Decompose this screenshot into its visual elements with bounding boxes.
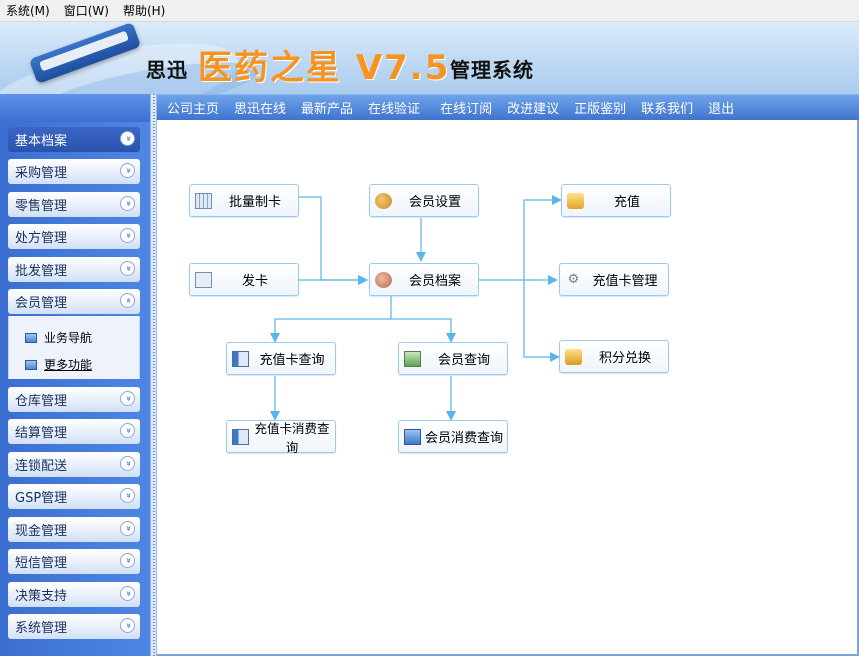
nav-link-online-subscribe[interactable]: 在线订阅 — [440, 98, 492, 117]
flow-member-settings-button[interactable]: 会员设置 — [369, 184, 479, 217]
menu-help[interactable]: 帮助(H) — [123, 2, 165, 19]
membership-submenu: 业务导航 更多功能 — [8, 316, 140, 379]
sidebar-item-sms[interactable]: 短信管理 » — [8, 549, 140, 574]
sidebar-item-wholesale[interactable]: 批发管理 » — [8, 257, 140, 282]
sidebar-item-system[interactable]: 系统管理 » — [8, 614, 140, 639]
sidebar-item-label: 现金管理 — [15, 524, 68, 539]
sidebar-item-cash[interactable]: 现金管理 » — [8, 517, 140, 542]
flow-member-file-button[interactable]: 会员档案 — [369, 263, 479, 296]
chevron-up-icon[interactable]: « — [120, 293, 135, 308]
sidebar-item-label: 批发管理 — [15, 264, 68, 279]
submenu-item-business-nav[interactable]: 业务导航 — [25, 329, 92, 346]
sidebar-item-settlement[interactable]: 结算管理 » — [8, 419, 140, 444]
nav-link-online-verify[interactable]: 在线验证 — [368, 98, 420, 117]
sidebar-item-purchasing[interactable]: 采购管理 » — [8, 159, 140, 184]
product-box-logo — [24, 22, 142, 85]
flow-recharge-card-query-button[interactable]: 充值卡查询 — [226, 342, 336, 375]
sidebar-item-label: 会员管理 — [15, 296, 68, 311]
sidebar-item-label: 系统管理 — [15, 621, 68, 636]
sidebar-item-label: 决策支持 — [15, 589, 68, 604]
nav-link-sixun-online[interactable]: 思迅在线 — [234, 98, 286, 117]
menu-system[interactable]: 系统(M) — [6, 2, 50, 19]
chevron-down-icon[interactable]: » — [120, 228, 135, 243]
menu-bar: 系统(M) 窗口(W) 帮助(H) — [0, 0, 859, 22]
sidebar-item-label: 连锁配送 — [15, 459, 68, 474]
banner-product: 医药之星 V7.5 — [198, 48, 451, 88]
chevron-down-icon[interactable]: » — [120, 456, 135, 471]
sidebar-item-label: 处方管理 — [15, 231, 68, 246]
nav-link-new-products[interactable]: 最新产品 — [301, 98, 353, 117]
nav-link-contact-us[interactable]: 联系我们 — [641, 98, 693, 117]
monitor-icon — [25, 332, 37, 343]
chevron-down-icon[interactable]: » — [120, 618, 135, 633]
chevron-down-icon[interactable]: » — [120, 163, 135, 178]
sidebar-item-label: 采购管理 — [15, 166, 68, 181]
sidebar-splitter[interactable] — [150, 94, 157, 656]
chevron-down-icon[interactable]: » — [120, 521, 135, 536]
sidebar-item-label: 基本档案 — [15, 134, 68, 149]
chevron-down-icon[interactable]: » — [120, 131, 135, 146]
sidebar-item-gsp[interactable]: GSP管理 » — [8, 484, 140, 509]
sidebar-item-label: 短信管理 — [15, 556, 68, 571]
nav-link-exit[interactable]: 退出 — [708, 98, 734, 117]
flow-points-exchange-button[interactable]: 积分兑换 — [559, 340, 669, 373]
sidebar-item-label: GSP管理 — [15, 491, 68, 506]
sidebar-item-warehouse[interactable]: 仓库管理 » — [8, 387, 140, 412]
flow-recharge-button[interactable]: 充值 — [561, 184, 671, 217]
chevron-down-icon[interactable]: » — [120, 586, 135, 601]
chevron-down-icon[interactable]: » — [120, 488, 135, 503]
menu-window[interactable]: 窗口(W) — [64, 2, 109, 19]
chevron-down-icon[interactable]: » — [120, 423, 135, 438]
sidebar-item-prescription[interactable]: 处方管理 » — [8, 224, 140, 249]
sidebar-item-label: 结算管理 — [15, 426, 68, 441]
sidebar-item-decision-support[interactable]: 决策支持 » — [8, 582, 140, 607]
sidebar-item-basic-files[interactable]: 基本档案 » — [8, 127, 140, 152]
chevron-down-icon[interactable]: » — [120, 391, 135, 406]
submenu-item-more-functions[interactable]: 更多功能 — [25, 356, 92, 373]
chevron-down-icon[interactable]: » — [120, 261, 135, 276]
flow-issue-card-button[interactable]: 发卡 — [189, 263, 299, 296]
sidebar-item-label: 零售管理 — [15, 199, 68, 214]
nav-link-genuine-check[interactable]: 正版鉴别 — [574, 98, 626, 117]
flow-batch-card-button[interactable]: 批量制卡 — [189, 184, 299, 217]
nav-link-suggestions[interactable]: 改进建议 — [507, 98, 559, 117]
monitor-icon — [25, 359, 37, 370]
flow-recharge-card-consumption-query-button[interactable]: 充值卡消费查询 — [226, 420, 336, 455]
app-banner: 思迅 医药之星 V7.5 管理系统 — [0, 22, 859, 94]
chevron-down-icon[interactable]: » — [120, 553, 135, 568]
flow-recharge-card-mgmt-button[interactable]: ⚙ 充值卡管理 — [559, 263, 669, 296]
chevron-down-icon[interactable]: » — [120, 196, 135, 211]
sidebar-item-chain-distribution[interactable]: 连锁配送 » — [8, 452, 140, 477]
flow-member-query-button[interactable]: 会员查询 — [398, 342, 508, 375]
top-nav: 公司主页 思迅在线 最新产品 在线验证 在线订阅 改进建议 正版鉴别 联系我们 … — [157, 94, 859, 120]
nav-link-company-home[interactable]: 公司主页 — [167, 98, 219, 117]
sidebar-item-membership[interactable]: 会员管理 « — [8, 289, 140, 314]
flow-member-consumption-query-button[interactable]: 会员消费查询 — [398, 420, 508, 453]
banner-suffix: 管理系统 — [450, 58, 534, 82]
sidebar-item-label: 仓库管理 — [15, 394, 68, 409]
sidebar-item-retail[interactable]: 零售管理 » — [8, 192, 140, 217]
banner-company: 思迅 — [146, 58, 188, 82]
